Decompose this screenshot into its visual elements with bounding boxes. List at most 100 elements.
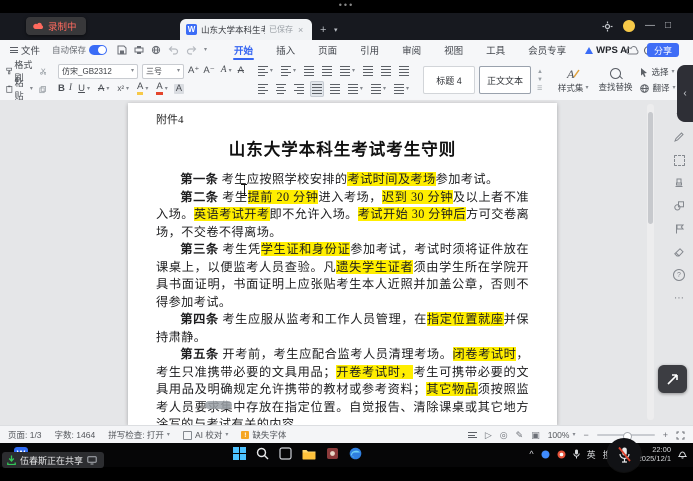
missing-font-warning[interactable]: !缺失字体 [241,429,286,441]
superscript-button[interactable]: x²▾ [115,85,131,93]
stamp-icon[interactable] [673,177,685,189]
document-paragraph[interactable]: 第二条 考生提前 20 分钟进入考场，迟到 30 分钟及以上者不准入场。英语考试… [156,189,529,242]
font-color-button[interactable]: A▾ [154,83,169,95]
bullets-button[interactable]: ▾ [256,65,275,77]
print-preview-icon[interactable] [151,45,161,55]
increase-font-button[interactable]: A⁺ [188,66,199,76]
screen-sharing-badge[interactable]: 伍春斯正在共享 [2,452,104,468]
borders-button[interactable]: ▾ [392,83,411,95]
paste-button[interactable]: 粘贴 ▾ [4,76,35,102]
style-scroll-down-icon[interactable]: ▼ [537,77,543,83]
autosave-control[interactable]: 自动保存 [52,44,107,56]
eraser-icon[interactable] [673,246,685,258]
app-shortcut-icon[interactable] [326,447,339,460]
menu-tab-开始[interactable]: 开始 [223,40,264,60]
zoom-level[interactable]: 100%▾ [548,430,576,440]
outline-view-icon[interactable] [468,430,477,440]
meeting-sidebar-collapsed[interactable]: ‹ [677,65,693,122]
line-spacing-button[interactable]: ▾ [346,83,365,95]
user-avatar[interactable] [623,20,635,32]
edit-mode-icon[interactable]: ✎ [516,431,524,440]
menu-tab-引用[interactable]: 引用 [349,40,390,60]
meeting-mic-muted-overlay[interactable] [607,438,641,472]
tab-list-caret-icon[interactable]: ▾ [334,26,338,34]
font-size-select[interactable]: 三号 ▾ [142,64,184,79]
zoom-in-button[interactable]: + [663,431,668,440]
style-scroll-up-icon[interactable]: ▲ [537,69,543,75]
ai-proofread-toggle[interactable]: AI 校对▾ [183,429,228,441]
file-menu[interactable]: 文件 [10,43,40,57]
indent-decrease-button[interactable] [302,65,316,77]
menu-tab-插入[interactable]: 插入 [265,40,306,60]
share-button[interactable]: 分享 [647,43,679,57]
autosave-toggle[interactable] [89,45,107,55]
translate-button[interactable]: 翻译▾ [640,82,675,95]
settings-gear-icon[interactable] [602,21,613,32]
cloud-sync-icon[interactable] [626,46,639,55]
pen-icon[interactable] [673,131,685,143]
edge-browser-icon[interactable] [349,447,362,460]
character-shading-icon[interactable]: A [174,84,184,94]
document-paragraph[interactable]: 第三条 考生凭学生证和身份证参加考试，考试时须将证件放在课桌上，以便监考人员查验… [156,241,529,311]
document-paragraph[interactable]: 第一条 考生应按照学校安排的考试时间及考场参加考试。 [156,171,529,189]
align-center-button[interactable] [274,83,288,95]
menu-tab-工具[interactable]: 工具 [475,40,516,60]
menu-tab-视图[interactable]: 视图 [433,40,474,60]
font-name-select[interactable]: 仿宋_GB2312 ▾ [58,64,138,79]
fit-page-icon[interactable] [676,431,685,440]
word-count[interactable]: 字数: 1464 [55,429,96,441]
bold-button[interactable]: B [58,84,65,94]
start-button-icon[interactable] [233,447,246,460]
select-tool-button[interactable]: 选择▾ [640,66,675,79]
underline-button[interactable]: U▾ [76,84,92,94]
text-wrap-button[interactable] [397,65,411,77]
save-icon[interactable] [117,45,127,55]
document-paragraph[interactable]: 第五条 开考前，考生应配合监考人员清理考场。闭卷考试时，考生只准携带必要的文具用… [156,346,529,425]
annotation-launcher-button[interactable] [658,365,687,393]
style-option[interactable]: 正文文本 [479,66,531,94]
zoom-out-button[interactable]: − [583,431,588,440]
tray-mic-icon[interactable] [573,449,580,459]
ime-language-indicator[interactable]: 英 [587,448,596,461]
spellcheck-status[interactable]: 拼写检查: 打开▾ [108,429,170,441]
undo-icon[interactable] [168,45,179,55]
menu-tab-审阅[interactable]: 审阅 [391,40,432,60]
shapes-icon[interactable] [673,200,685,212]
flag-icon[interactable] [673,223,685,235]
clear-format-icon[interactable]: A [238,66,244,76]
style-gallery-more-icon[interactable]: ☰ [537,85,543,92]
tray-app-color-icon[interactable] [557,450,566,459]
numbering-button[interactable]: ▾ [279,65,298,77]
document-paragraph[interactable]: 第四条 考生应服从监考和工作人员管理，在指定位置就座并保持肃静。 [156,311,529,346]
indent-increase-button[interactable] [320,65,334,77]
minimize-icon[interactable]: — [645,21,655,31]
vertical-scrollbar[interactable] [647,104,654,420]
menu-tab-页面[interactable]: 页面 [307,40,348,60]
text-direction-button[interactable]: ▾ [338,65,357,77]
align-left-button[interactable] [256,83,270,95]
align-justify-button[interactable] [310,81,324,97]
text-effects-button[interactable]: A▾ [219,66,234,76]
align-distribute-button[interactable] [328,83,342,95]
new-tab-button[interactable]: + [320,24,326,36]
print-icon[interactable] [134,45,144,55]
tray-app-blue-icon[interactable] [541,450,550,459]
find-replace-button[interactable]: 查找替换 [593,60,637,100]
document-page[interactable]: 附件4 山东大学本科生考试考生守则 第一条 考生应按照学校安排的考试时间及考场参… [128,103,557,425]
file-explorer-icon[interactable] [302,448,316,460]
document-tab[interactable]: W 山东大学本科生考试... 已保存 × [180,19,312,40]
tray-expand-icon[interactable]: ^ [529,449,533,459]
maximize-icon[interactable]: □ [665,21,671,31]
strikethrough-button[interactable]: A▾ [96,84,111,94]
paragraph-mark-button[interactable] [361,65,375,77]
highlight-style-button[interactable]: ▾ [369,83,388,95]
style-option[interactable]: 标题 4 [423,66,475,94]
select-region-icon[interactable] [673,154,685,166]
decrease-font-button[interactable]: A⁻ [203,66,214,76]
task-view-icon[interactable] [279,447,292,460]
style-set-button[interactable]: A 样式集▾ [553,60,594,100]
align-right-button[interactable] [292,83,306,95]
read-mode-icon[interactable]: ▷ [485,431,492,440]
help-icon[interactable]: ? [673,269,685,281]
menu-tab-会员专享[interactable]: 会员专享 [517,40,577,60]
